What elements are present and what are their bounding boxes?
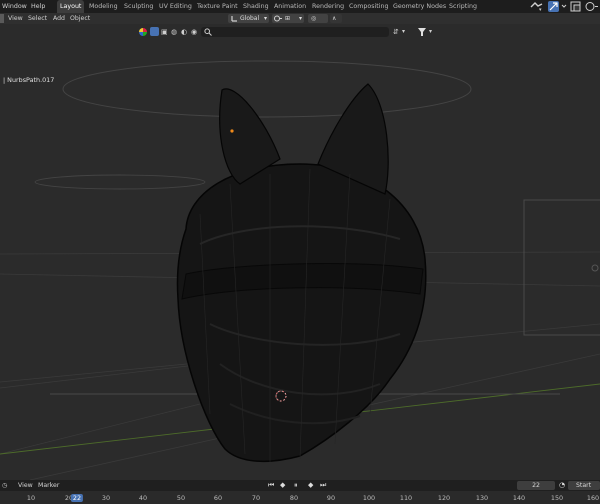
- overlay-icon[interactable]: ▾: [530, 2, 544, 13]
- ruler-tick: 100: [362, 494, 376, 502]
- clock-icon[interactable]: ◔: [559, 481, 565, 489]
- ruler-tick: 50: [176, 494, 186, 502]
- playhead[interactable]: 22: [70, 494, 84, 502]
- jump-to-start-icon[interactable]: ⏮: [268, 481, 274, 490]
- ruler-tick: 70: [251, 494, 261, 502]
- chevron-down-icon: ▾: [263, 15, 267, 22]
- transform-orientation-dropdown[interactable]: Global ▾: [228, 14, 269, 23]
- tab-geometry-nodes[interactable]: Geometry Nodes: [390, 0, 449, 13]
- ruler-tick: 110: [399, 494, 413, 502]
- menu-help[interactable]: Help: [31, 3, 45, 10]
- current-frame-value: 22: [532, 482, 540, 489]
- current-frame-field[interactable]: 22: [517, 481, 555, 490]
- falloff-dropdown[interactable]: ∧: [330, 14, 342, 23]
- proportional-icon: ◎: [311, 15, 317, 22]
- chevron-down-icon: ▾: [298, 15, 302, 22]
- chevron-down-icon[interactable]: [561, 3, 567, 11]
- ruler-tick: 160: [586, 494, 600, 502]
- ruler-tick: 130: [475, 494, 489, 502]
- viewport-header: View Select Add Object Global ▾ ⊞ ▾ ◎ ∧: [0, 13, 600, 24]
- timeline-header: ◷ View Marker ⏮ ◆ ⏸ ◆ ⏭ 22 ◔ Start: [0, 480, 600, 491]
- active-object-label: | NurbsPath.017: [3, 76, 55, 84]
- menu-object[interactable]: Object: [70, 15, 90, 22]
- menu-window[interactable]: Window: [2, 3, 27, 10]
- top-bar: Window Help Layout Modeling Sculpting UV…: [0, 0, 600, 13]
- ruler-tick: 120: [437, 494, 451, 502]
- tab-compositing[interactable]: Compositing: [346, 0, 391, 13]
- tab-layout[interactable]: Layout: [57, 0, 85, 13]
- tab-texture-paint[interactable]: Texture Paint: [194, 0, 241, 13]
- ruler-tick: 90: [326, 494, 336, 502]
- editor-type-icon[interactable]: [0, 14, 4, 23]
- ruler-tick: 30: [101, 494, 111, 502]
- ruler-tick: 140: [512, 494, 526, 502]
- ruler-tick: 10: [26, 494, 36, 502]
- svg-text:▾: ▾: [539, 7, 542, 11]
- ruler-tick: 150: [550, 494, 564, 502]
- viewport-scene: [0, 60, 600, 480]
- pause-icon[interactable]: ⏸: [294, 481, 298, 490]
- tab-scripting[interactable]: Scripting: [446, 0, 480, 13]
- tab-modeling[interactable]: Modeling: [86, 0, 121, 13]
- jump-keyframe-forward-icon[interactable]: ◆: [308, 481, 313, 489]
- jump-keyframe-back-icon[interactable]: ◆: [280, 481, 285, 489]
- timeline-menu-marker[interactable]: Marker: [38, 482, 59, 489]
- tab-uv-editing[interactable]: UV Editing: [156, 0, 195, 13]
- timeline: ◷ View Marker ⏮ ◆ ⏸ ◆ ⏭ 22 ◔ Start 10 20…: [0, 480, 600, 504]
- tab-shading[interactable]: Shading: [240, 0, 272, 13]
- start-label: Start: [576, 482, 592, 489]
- frame-ruler[interactable]: 10 20 22 30 40 50 60 70 80 90 100 110 12…: [0, 491, 600, 504]
- gizmo-toggle-icon[interactable]: [548, 1, 559, 12]
- pivot-point-dropdown[interactable]: ⊞ ▾: [272, 14, 304, 23]
- 3d-viewport[interactable]: | NurbsPath.017: [0, 24, 600, 480]
- start-frame-field[interactable]: Start: [568, 481, 600, 490]
- proportional-edit-toggle[interactable]: ◎: [308, 14, 328, 23]
- jump-to-end-icon[interactable]: ⏭: [320, 481, 326, 490]
- menu-add[interactable]: Add: [53, 15, 65, 22]
- tab-rendering[interactable]: Rendering: [309, 0, 347, 13]
- snap-icon: ⊞: [285, 15, 291, 22]
- tab-animation[interactable]: Animation: [271, 0, 309, 13]
- editor-type-icon[interactable]: ◷: [2, 482, 7, 489]
- orientation-label: Global: [240, 15, 260, 22]
- ruler-tick: 40: [138, 494, 148, 502]
- falloff-icon: ∧: [332, 15, 337, 22]
- menu-view[interactable]: View: [8, 15, 23, 22]
- tab-sculpting[interactable]: Sculpting: [121, 0, 156, 13]
- origin-point: [230, 129, 234, 133]
- ruler-tick: 80: [289, 494, 299, 502]
- ruler-tick: 60: [213, 494, 223, 502]
- timeline-menu-view[interactable]: View: [18, 482, 33, 489]
- menu-select[interactable]: Select: [28, 15, 47, 22]
